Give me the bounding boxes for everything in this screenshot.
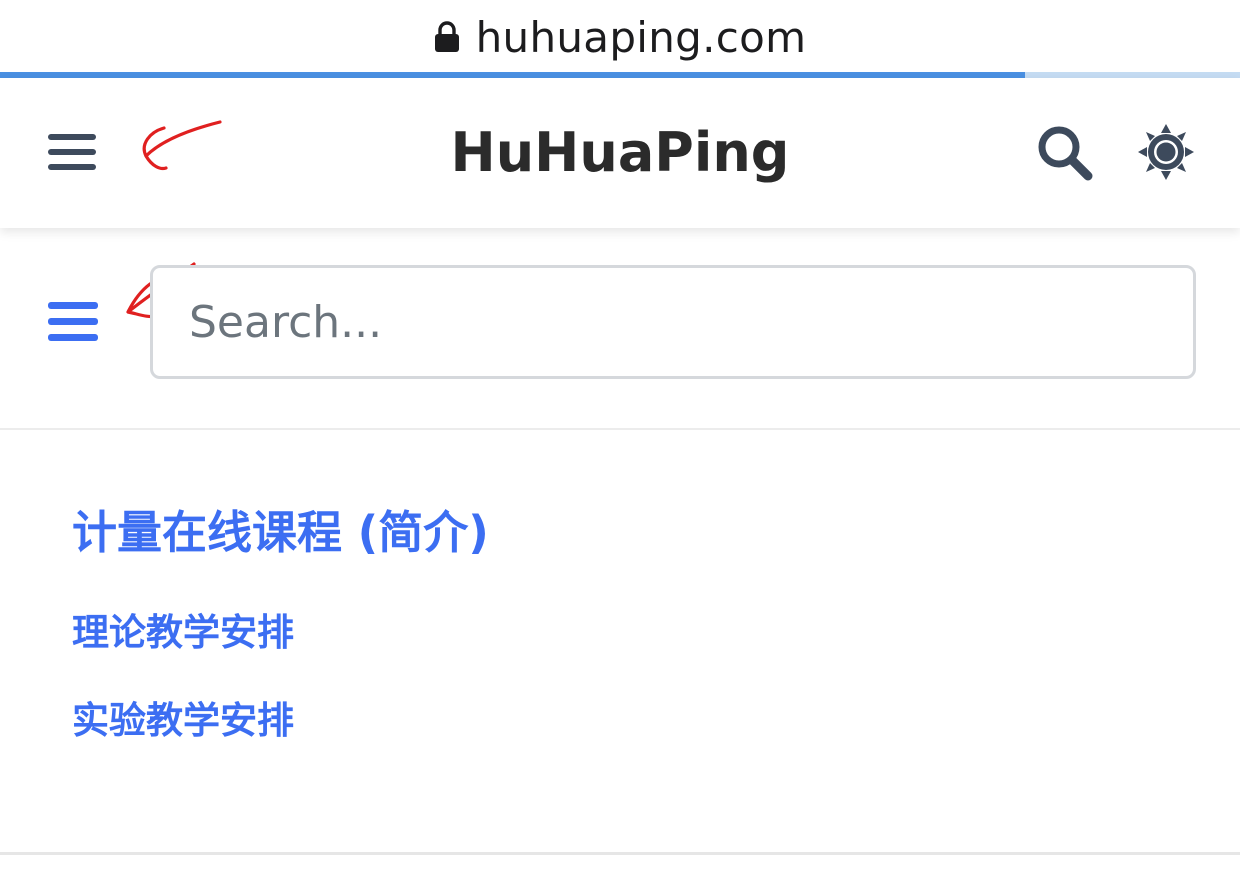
divider — [0, 852, 1240, 855]
lock-icon — [434, 21, 459, 52]
annotation-arrow-icon — [142, 120, 222, 171]
nav-heading-link[interactable]: 计量在线课程 (简介) — [72, 496, 489, 561]
sidebar-search-row — [0, 228, 1240, 430]
search-icon[interactable] — [1034, 122, 1096, 184]
site-header: HuHuaPing — [0, 78, 1240, 228]
hamburger-menu-icon[interactable] — [44, 296, 102, 346]
nav-link-theory[interactable]: 理论教学安排 — [72, 602, 294, 656]
hamburger-menu-icon[interactable] — [44, 128, 100, 176]
gear-icon[interactable] — [1136, 122, 1196, 182]
browser-address-bar[interactable]: huhuaping.com — [0, 0, 1240, 72]
address-content: huhuaping.com — [434, 13, 807, 62]
search-input[interactable] — [150, 265, 1196, 379]
nav-link-lab[interactable]: 实验教学安排 — [72, 690, 294, 744]
url-text[interactable]: huhuaping.com — [476, 13, 807, 62]
sidebar-nav: 计量在线课程 (简介) 理论教学安排 实验教学安排 — [0, 432, 1240, 852]
